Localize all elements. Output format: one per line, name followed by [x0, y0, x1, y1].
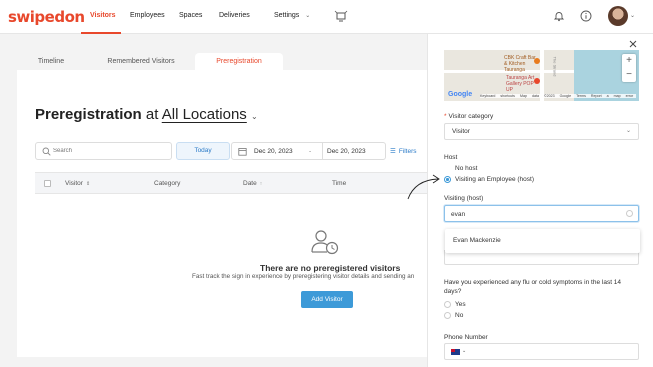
map-place-label: CBK Craft Bar & Kitchen Tauranga	[504, 55, 536, 73]
map-place-label: Tauranga Art Gallery POP UP	[506, 75, 535, 93]
flu-yes-label[interactable]: Yes	[455, 301, 466, 308]
visitor-category-select[interactable]: Visitor ⌄	[444, 123, 639, 140]
sort-icon: ⇕	[85, 181, 91, 187]
tab-preregistration[interactable]: Preregistration	[195, 53, 283, 71]
page-title: Preregistration at All Locations ⌄	[35, 106, 258, 123]
add-visitor-button[interactable]: Add Visitor	[301, 291, 353, 308]
nav-active-indicator	[81, 32, 121, 34]
chevron-down-icon[interactable]: ⌄	[630, 12, 635, 19]
phone-number-field[interactable]: ⌄	[444, 343, 639, 360]
map-attribution[interactable]: Keyboard shortcuts Map data ©2023 Google…	[480, 94, 636, 98]
location-map[interactable]: CBK Craft Bar & Kitchen Tauranga Taurang…	[444, 50, 639, 101]
google-logo[interactable]: Google	[448, 91, 472, 98]
search-icon	[42, 147, 51, 156]
required-marker: *	[444, 113, 447, 120]
flu-no-radio[interactable]	[444, 312, 451, 319]
map-zoom-controls: + −	[622, 54, 636, 82]
column-visitor-label: Visitor	[65, 180, 83, 187]
user-avatar[interactable]	[608, 6, 628, 26]
chevron-down-icon[interactable]: ⌄	[251, 112, 258, 121]
notification-bell-icon[interactable]	[553, 10, 565, 22]
kiosk-icon[interactable]	[334, 10, 348, 22]
visitor-category-value: Visitor	[452, 128, 470, 135]
visiting-employee-label[interactable]: Visiting an Employee (host)	[455, 176, 534, 183]
column-date[interactable]: Date ↑	[243, 180, 262, 187]
visitor-category-label: * Visitor category	[444, 113, 493, 120]
date-to[interactable]: Dec 20, 2023	[327, 148, 366, 155]
user-clock-icon	[311, 230, 339, 255]
zoom-in-button[interactable]: +	[622, 54, 636, 68]
today-button[interactable]: Today	[176, 142, 230, 160]
table-header: Visitor ⇕ Category Date ↑ Time	[35, 172, 427, 194]
nz-flag-icon[interactable]	[451, 349, 460, 355]
clear-icon[interactable]	[626, 210, 633, 217]
select-all-checkbox[interactable]	[44, 180, 51, 187]
divider	[322, 143, 323, 159]
search-input[interactable]	[53, 145, 163, 157]
empty-state-description: Fast track the sign in experience by pre…	[192, 273, 415, 280]
chevron-down-icon: ⌄	[305, 13, 311, 19]
chevron-down-icon[interactable]: ⌄	[462, 348, 466, 354]
phone-number-label: Phone Number	[444, 334, 488, 341]
map-street-label: The Strand	[552, 56, 558, 77]
visitor-category-label-text: Visitor category	[448, 113, 494, 120]
column-time: Time	[332, 180, 347, 187]
filter-icon: ☰	[390, 148, 396, 155]
swipedon-logo[interactable]: swipedon	[8, 8, 85, 26]
nav-settings-label: Settings	[274, 12, 300, 19]
filters-label: Filters	[398, 148, 417, 155]
nav-visitors[interactable]: Visitors	[90, 12, 116, 19]
visiting-employee-radio[interactable]	[444, 176, 451, 183]
host-label: Host	[444, 154, 458, 161]
flu-yes-radio[interactable]	[444, 301, 451, 308]
date-range-picker[interactable]: Dec 20, 2023 - Dec 20, 2023	[231, 142, 386, 160]
filters-button[interactable]: ☰ Filters	[390, 147, 417, 155]
flu-no-label[interactable]: No	[455, 312, 463, 319]
visiting-host-label: Visiting (host)	[444, 195, 484, 202]
location-selector[interactable]: All Locations	[162, 106, 247, 123]
visitor-tabs: Timeline Remembered Visitors Preregistra…	[17, 53, 427, 71]
visiting-host-field[interactable]	[444, 205, 639, 222]
main-content: Timeline Remembered Visitors Preregistra…	[17, 53, 427, 357]
host-suggestion-option[interactable]: Evan Mackenzie	[453, 237, 501, 244]
tab-remembered-visitors[interactable]: Remembered Visitors	[97, 53, 185, 71]
nav-spaces[interactable]: Spaces	[179, 12, 202, 19]
chevron-down-icon: ⌄	[625, 128, 631, 134]
nav-settings[interactable]: Settings ⌄	[274, 12, 310, 19]
column-visitor[interactable]: Visitor ⇕	[65, 180, 90, 187]
date-separator: -	[309, 148, 312, 155]
visiting-host-input[interactable]	[451, 209, 621, 219]
date-from[interactable]: Dec 20, 2023	[254, 148, 293, 155]
page-title-text: Preregistration	[35, 106, 142, 123]
annotation-arrow	[407, 174, 440, 200]
no-host-label[interactable]: No host	[455, 165, 477, 172]
column-category: Category	[154, 180, 181, 187]
host-suggestion-dropdown: Evan Mackenzie	[445, 229, 640, 253]
nav-deliveries[interactable]: Deliveries	[219, 12, 250, 19]
page-title-at: at	[145, 106, 159, 123]
close-icon[interactable]	[628, 39, 638, 49]
empty-state-title: There are no preregistered visitors	[260, 263, 401, 273]
zoom-out-button[interactable]: −	[622, 68, 636, 82]
flu-question: Have you experienced any flu or cold sym…	[444, 279, 622, 295]
sort-ascending-icon: ↑	[259, 181, 263, 187]
column-date-label: Date	[243, 180, 257, 187]
add-visitor-panel: CBK Craft Bar & Kitchen Tauranga Taurang…	[427, 34, 653, 367]
search-field[interactable]	[35, 142, 172, 160]
calendar-icon	[238, 148, 247, 156]
tab-timeline[interactable]: Timeline	[25, 53, 77, 71]
top-navigation: swipedon Visitors Employees Spaces Deliv…	[0, 0, 653, 34]
info-icon[interactable]	[580, 10, 592, 22]
nav-employees[interactable]: Employees	[130, 12, 165, 19]
